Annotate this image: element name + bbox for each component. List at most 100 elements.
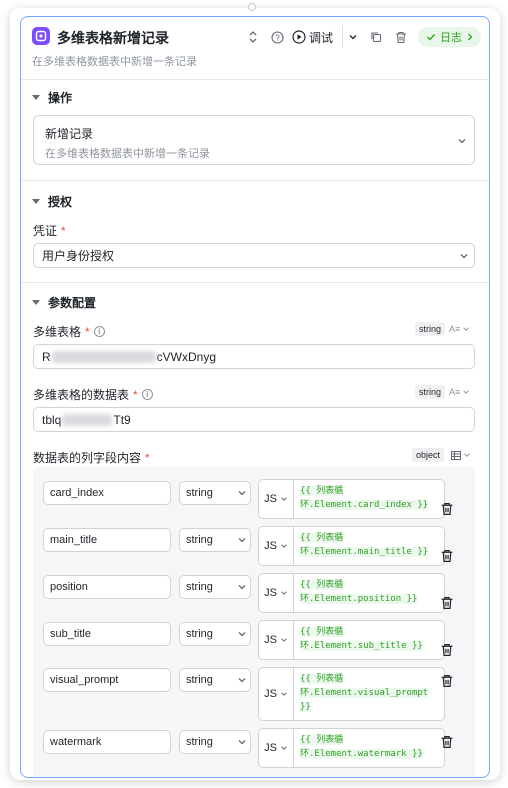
field-type-select[interactable]: string [179,730,251,754]
page-subtitle: 在多维表格数据表中新增一条记录 [32,56,197,68]
help-icon[interactable]: ? [269,29,285,45]
bitable-app-icon [32,27,50,45]
delete-node-icon[interactable] [393,29,409,45]
redacted-text [51,350,156,363]
field-type-select[interactable]: string [179,481,251,505]
credential-select[interactable]: 用户身份授权 [33,243,475,268]
params-section-header[interactable]: 参数配置 [32,294,96,311]
credential-label: 凭证 * [33,223,66,239]
field-name-input[interactable]: visual_prompt [43,668,171,692]
collapse-icon[interactable] [245,29,261,45]
input-mode-select[interactable]: A≡ [449,322,470,336]
field-value-editor[interactable]: JS {{ 列表循 环.Element.watermark }} [258,728,445,768]
trash-icon[interactable] [440,549,454,563]
chevron-down-icon [281,638,287,642]
code-expression[interactable]: {{ 列表循 环.Element.watermark }} [300,733,444,761]
redacted-text [62,413,113,426]
debug-label: 调试 [309,30,334,45]
field-value-editor[interactable]: JS {{ 列表循 环.Element.position }} [258,573,445,613]
log-label: 日志 [440,32,462,44]
chevron-down-icon [238,740,246,745]
chevron-down-icon [238,585,246,590]
bitable-input[interactable]: R cVWxDnyg [33,344,475,369]
trash-icon[interactable] [440,596,454,610]
field-type-select[interactable]: string [179,622,251,646]
trash-icon[interactable] [440,735,454,749]
code-expression[interactable]: {{ 列表循 环.Element.visual_prompt}} [300,672,444,714]
type-tag: string [415,385,446,399]
chevron-down-icon [281,591,287,595]
field-name-input[interactable]: sub_title [43,622,171,646]
node-config-panel: 多维表格新增记录 在多维表格数据表中新增一条记录 ? 调试 日志 操作 新增记录… [20,16,490,778]
value-mode-select[interactable]: JS [259,729,294,767]
trash-icon[interactable] [440,643,454,657]
operation-section-header[interactable]: 操作 [32,89,72,106]
field-value-editor[interactable]: JS {{ 列表循 环.Element.card_index }} [258,479,445,519]
chevron-down-icon [458,139,466,144]
operation-desc: 在多维表格数据表中新增一条记录 [45,148,210,160]
info-icon[interactable]: i [93,326,105,337]
field-value-editor[interactable]: JS {{ 列表循 环.Element.visual_prompt}} [258,667,445,721]
chevron-down-icon [281,692,287,696]
field-name-input[interactable]: card_index [43,481,171,505]
chevron-down-icon [238,632,246,637]
play-icon [292,30,306,44]
svg-text:?: ? [275,33,280,42]
input-mode-select[interactable] [451,448,471,462]
trash-icon[interactable] [440,502,454,516]
debug-button-group: 调试 [292,26,362,48]
code-expression[interactable]: {{ 列表循 环.Element.position }} [300,578,444,606]
table-input[interactable]: tblq Tt9 [33,407,475,432]
field-type-select[interactable]: string [179,668,251,692]
params-section-title: 参数配置 [48,296,97,310]
value-mode-select[interactable]: JS [259,480,294,518]
value-mode-select[interactable]: JS [259,621,294,659]
debug-dropdown-chevron-icon[interactable] [342,26,362,48]
credential-value: 用户身份授权 [42,249,115,263]
chevron-down-icon [463,327,470,331]
bitable-label: 多维表格 * i [33,323,105,340]
chevron-down-icon [281,497,287,501]
field-value-editor[interactable]: JS {{ 列表循 环.Element.sub_title }} [258,620,445,660]
field-name-input[interactable]: position [43,575,171,599]
columns-label: 数据表的列字段内容 * [33,450,150,466]
check-icon [427,34,436,41]
chevron-down-icon [238,678,246,683]
log-button[interactable]: 日志 [418,27,481,47]
input-mode-select[interactable]: A≡ [449,385,470,399]
auth-section-title: 授权 [48,195,73,209]
text-mode-icon: A≡ [449,387,461,397]
field-name-input[interactable]: watermark [43,730,171,754]
auth-section [21,180,489,286]
field-type-select[interactable]: string [179,528,251,552]
connector-handle[interactable] [248,3,256,11]
trash-icon[interactable] [440,674,454,688]
field-type-select[interactable]: string [179,575,251,599]
collapse-triangle-icon [32,300,40,305]
code-expression[interactable]: {{ 列表循 环.Element.card_index }} [300,484,444,512]
chevron-down-icon [460,254,468,259]
table-mode-icon [451,450,461,460]
code-expression[interactable]: {{ 列表循 环.Element.sub_title }} [300,625,444,653]
auth-section-header[interactable]: 授权 [32,193,72,210]
collapse-triangle-icon [32,199,40,204]
debug-button[interactable]: 调试 [292,29,333,46]
panel-header: 多维表格新增记录 在多维表格数据表中新增一条记录 ? 调试 日志 [21,17,489,75]
code-expression[interactable]: {{ 列表循 环.Element.main_title }} [300,531,444,559]
type-tag: string [415,322,446,336]
value-mode-select[interactable]: JS [259,668,294,720]
chevron-down-icon [281,544,287,548]
operation-select[interactable]: 新增记录 在多维表格数据表中新增一条记录 [33,115,475,165]
field-name-input[interactable]: main_title [43,528,171,552]
operation-section-title: 操作 [48,91,73,105]
type-tag: object [412,448,445,462]
field-value-editor[interactable]: JS {{ 列表循 环.Element.main_title }} [258,526,445,566]
chevron-down-icon [238,538,246,543]
chevron-down-icon [281,746,287,750]
copy-icon[interactable] [368,29,384,45]
value-mode-select[interactable]: JS [259,527,294,565]
chevron-down-icon [238,491,246,496]
operation-title: 新增记录 [45,127,94,141]
info-icon[interactable]: i [141,389,153,400]
value-mode-select[interactable]: JS [259,574,294,612]
